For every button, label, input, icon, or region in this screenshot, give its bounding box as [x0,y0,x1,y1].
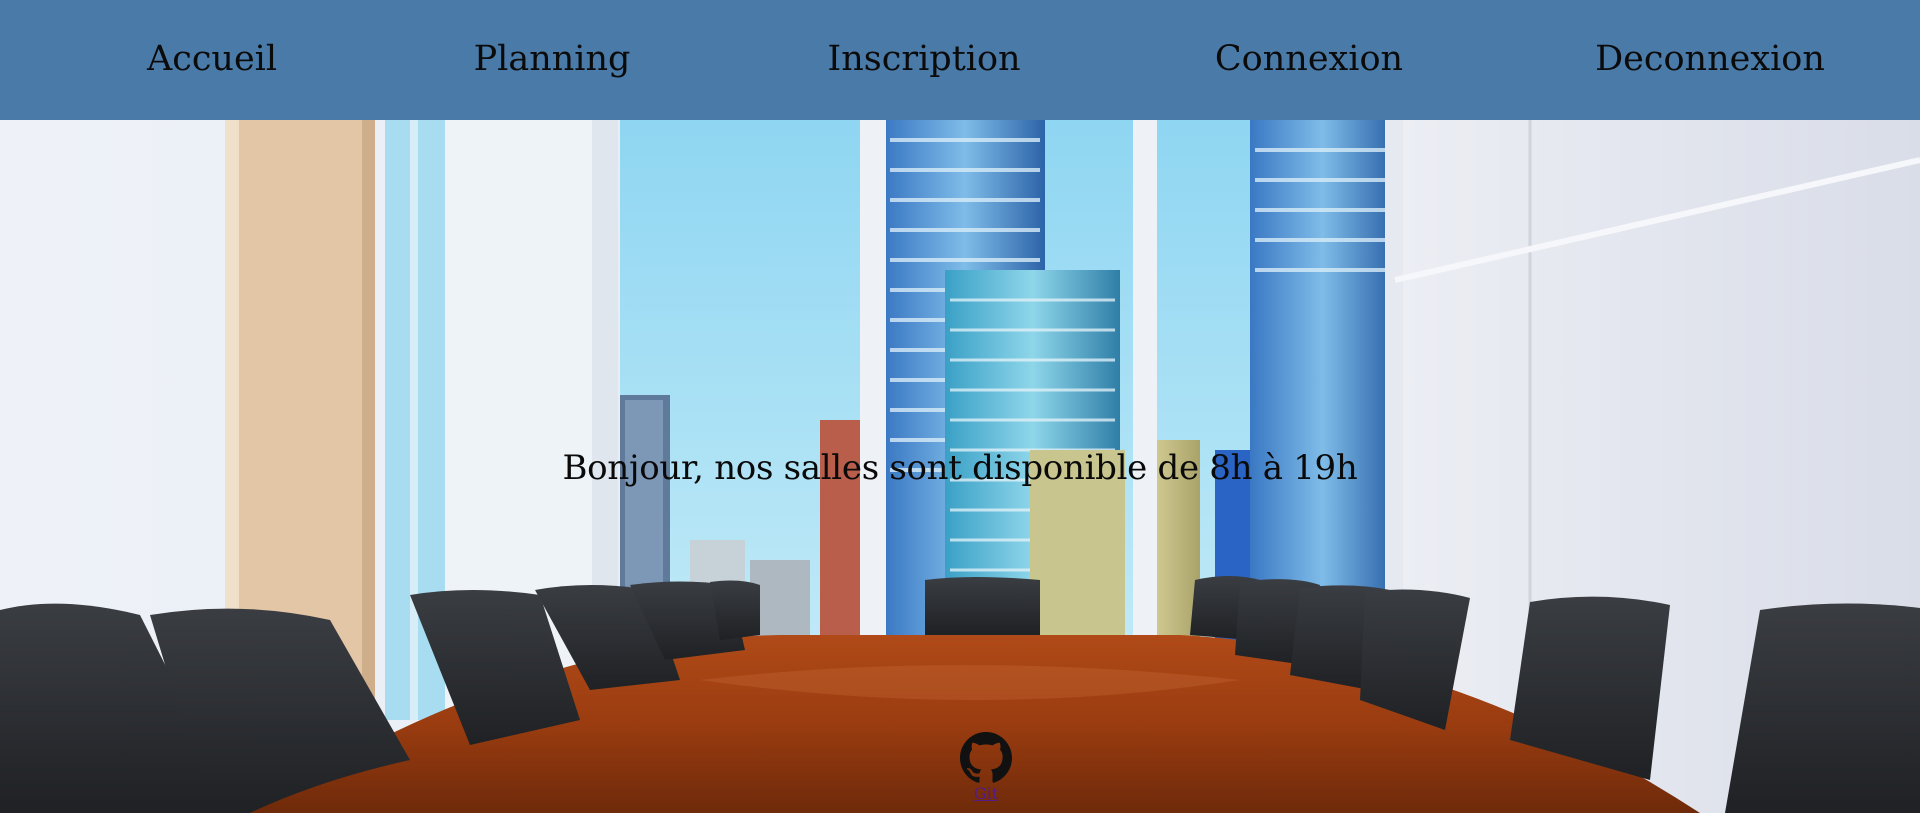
top-navbar: Accueil Planning Inscription Connexion D… [0,0,1920,120]
nav-link-planning[interactable]: Planning [474,0,631,120]
nav-link-accueil[interactable]: Accueil [147,0,277,120]
page: Accueil Planning Inscription Connexion D… [0,0,1920,813]
footer-git: Git [958,732,1014,804]
nav-link-deconnexion[interactable]: Deconnexion [1595,0,1825,120]
nav-link-connexion[interactable]: Connexion [1215,0,1403,120]
nav-link-inscription[interactable]: Inscription [827,0,1020,120]
git-link[interactable]: Git [958,784,1014,804]
hero-message: Bonjour, nos salles sont disponible de 8… [562,448,1358,488]
github-icon[interactable] [960,732,1012,784]
